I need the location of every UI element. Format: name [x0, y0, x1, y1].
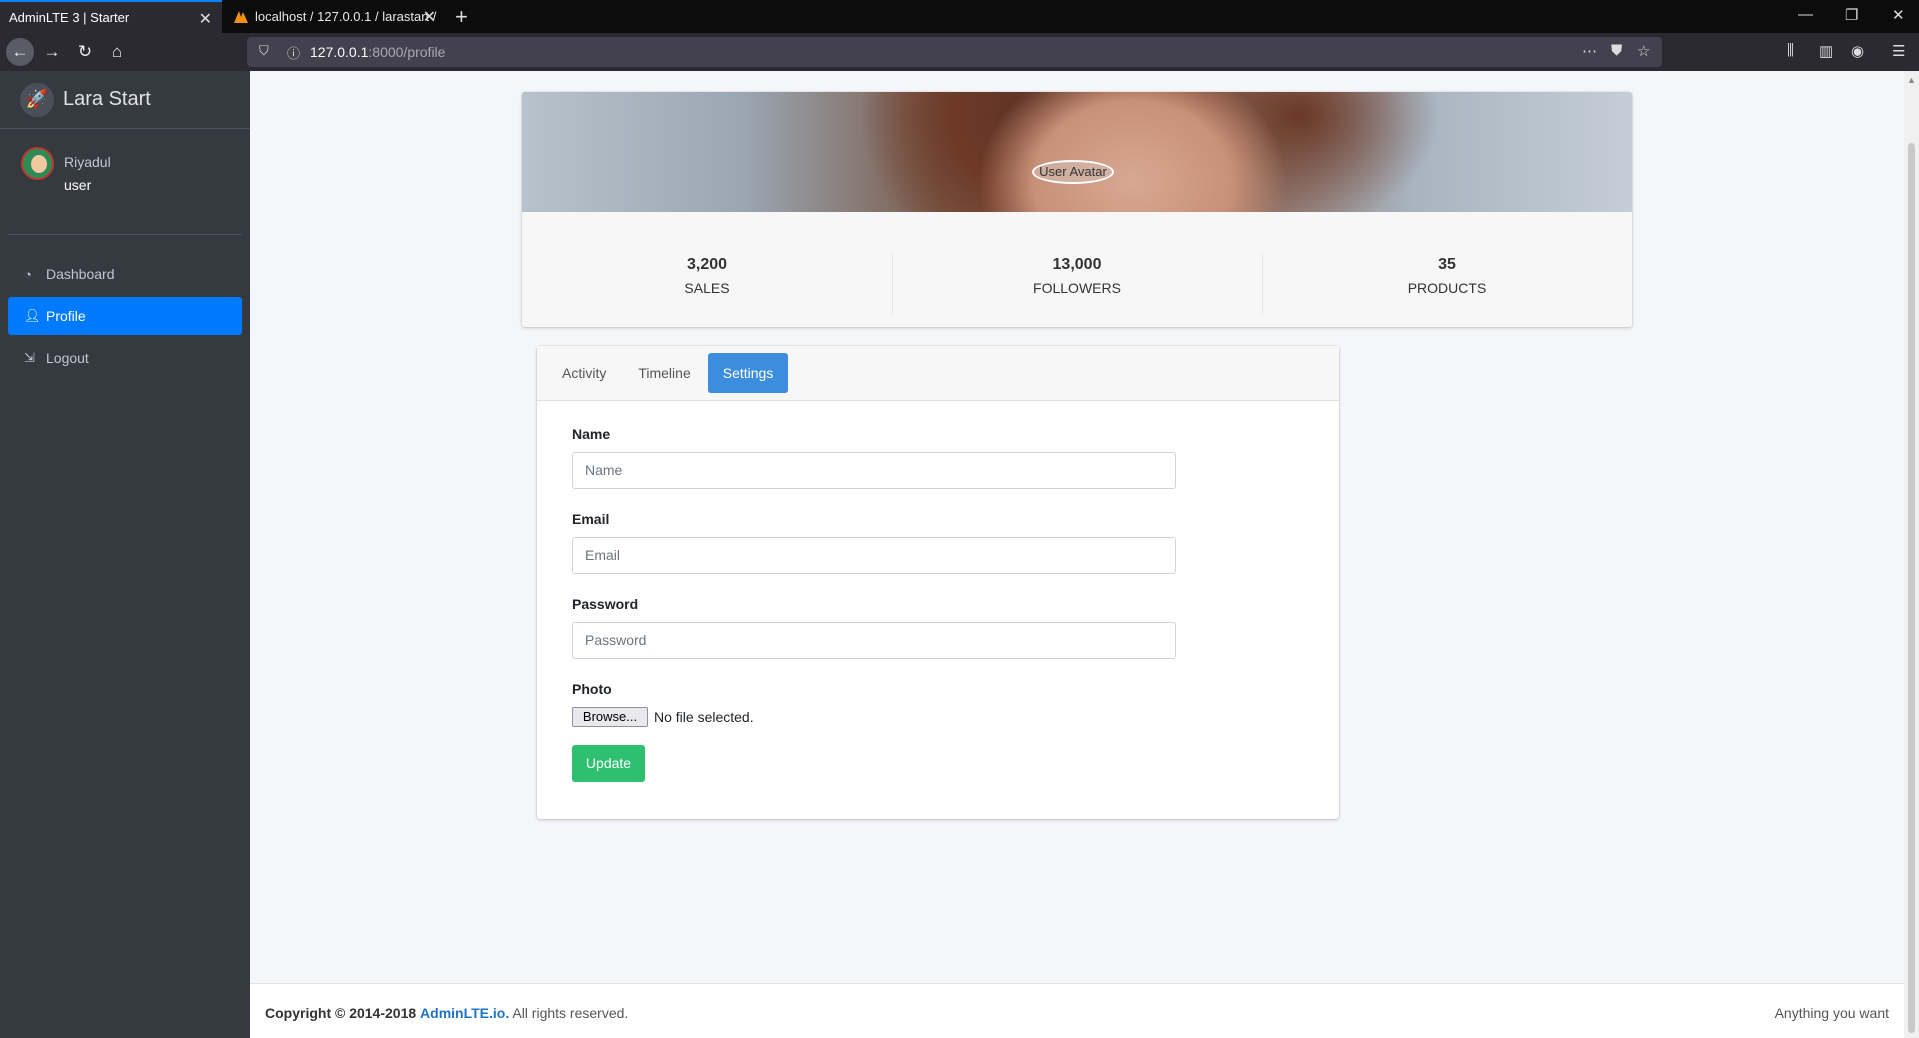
password-field[interactable]: Password	[572, 622, 1176, 659]
close-tab-icon[interactable]: ✕	[199, 9, 212, 29]
shield-icon[interactable]: ⛉	[259, 43, 269, 59]
brand-text: Lara Start	[63, 88, 151, 110]
user-panel: Riyadul user	[8, 129, 242, 235]
photo-label: Photo	[572, 681, 612, 697]
scrollbar-thumb[interactable]	[1908, 143, 1915, 1033]
sidebar-item-label: Dashboard	[46, 266, 115, 282]
profile-widget: User Avatar 3,200 SALES 13,000 FOLLOWERS…	[522, 92, 1632, 327]
sidebar-toggle-icon[interactable]: ▥	[1819, 42, 1833, 60]
tab-activity[interactable]: Activity	[547, 353, 621, 393]
tab-nav: Activity Timeline Settings	[537, 346, 1339, 401]
new-tab-icon[interactable]: +	[455, 4, 468, 30]
main-footer: Copyright © 2014-2018 AdminLTE.io. All r…	[250, 983, 1904, 1038]
window-close-icon[interactable]: ✕	[1892, 6, 1905, 24]
pocket-icon[interactable]: ⛊	[1611, 42, 1622, 59]
minimize-icon[interactable]: —	[1798, 6, 1813, 23]
settings-card: Activity Timeline Settings Name Name Ema…	[537, 346, 1339, 819]
content-wrapper: User Avatar 3,200 SALES 13,000 FOLLOWERS…	[250, 71, 1904, 983]
dashboard-icon: ◔	[24, 266, 32, 282]
tab-settings[interactable]: Settings	[707, 353, 789, 393]
back-arrow-icon[interactable]: ←	[6, 38, 34, 66]
sidebar-item-dashboard[interactable]: ◔ Dashboard	[8, 255, 242, 293]
settings-form: Name Name Email Email Password Password …	[537, 401, 1339, 782]
tab-title: localhost / 127.0.0.1 / larastart /	[255, 9, 437, 24]
reload-icon[interactable]: ↻	[73, 40, 97, 64]
info-icon[interactable]: ⓘ	[287, 43, 300, 62]
stat-sales: 3,200 SALES	[684, 256, 730, 296]
tab-timeline[interactable]: Timeline	[623, 353, 705, 393]
file-status: No file selected.	[654, 709, 754, 725]
scrollbar[interactable]: ▲	[1904, 71, 1919, 1038]
footer-right-text: Anything you want	[1774, 1005, 1889, 1021]
email-label: Email	[572, 511, 610, 527]
user-avatar-image: User Avatar	[1032, 160, 1114, 184]
bookmark-star-icon[interactable]: ☆	[1637, 42, 1650, 60]
footer-copyright: Copyright © 2014-2018 AdminLTE.io. All r…	[265, 1005, 629, 1021]
name-label: Name	[572, 426, 611, 442]
tab-title: AdminLTE 3 | Starter	[9, 10, 130, 25]
browser-toolbar: ← → ↻ ⌂ ⛉ ⓘ 127.0.0.1:8000/profile ⋯ ⛊ ☆…	[0, 33, 1919, 71]
url-text: 127.0.0.1:8000/profile	[310, 44, 446, 60]
email-field[interactable]: Email	[572, 537, 1176, 574]
photo-file-input: Browse... No file selected.	[572, 707, 1339, 727]
phpmyadmin-favicon-icon	[233, 9, 249, 25]
scroll-up-icon[interactable]: ▲	[1907, 75, 1916, 85]
home-icon[interactable]: ⌂	[105, 40, 129, 64]
restore-icon[interactable]: ❐	[1845, 6, 1858, 24]
close-tab-icon[interactable]: ✕	[423, 7, 436, 27]
sidebar-item-logout[interactable]: ⇲ Logout	[8, 339, 242, 377]
sidebar-item-label: Profile	[46, 308, 86, 324]
menu-icon[interactable]: ☰	[1892, 42, 1905, 60]
browser-tab-phpmyadmin[interactable]: localhost / 127.0.0.1 / larastart / ✕	[224, 0, 446, 33]
sidebar: 🚀 Lara Start Riyadul user ◔ Dashboard 👤︎…	[0, 71, 250, 1038]
browser-tab-bar: AdminLTE 3 | Starter ✕ localhost / 127.0…	[0, 0, 1919, 33]
name-field[interactable]: Name	[572, 452, 1176, 489]
user-avatar	[21, 147, 54, 180]
browser-tab-adminlte[interactable]: AdminLTE 3 | Starter ✕	[0, 0, 222, 33]
rocket-logo-icon: 🚀	[20, 82, 54, 117]
forward-arrow-icon[interactable]: →	[40, 40, 64, 64]
browse-button[interactable]: Browse...	[572, 707, 648, 727]
sidebar-item-profile[interactable]: 👤︎ Profile	[8, 297, 242, 335]
password-label: Password	[572, 596, 639, 612]
sidebar-menu: ◔ Dashboard 👤︎ Profile ⇲ Logout	[0, 235, 250, 377]
adminlte-link[interactable]: AdminLTE.io.	[420, 1005, 509, 1021]
update-button[interactable]: Update	[572, 745, 645, 782]
brand-link[interactable]: 🚀 Lara Start	[0, 71, 250, 129]
library-icon[interactable]: ⫼	[1787, 42, 1794, 59]
user-role: user	[64, 177, 92, 193]
stat-products: 35 PRODUCTS	[1262, 212, 1632, 327]
more-actions-icon[interactable]: ⋯	[1582, 42, 1597, 60]
user-name[interactable]: Riyadul	[64, 154, 111, 170]
profile-stats: 3,200 SALES 13,000 FOLLOWERS 35 PRODUCTS	[522, 212, 1632, 327]
sidebar-item-label: Logout	[46, 350, 89, 366]
account-icon[interactable]: ◉	[1851, 42, 1864, 60]
user-icon: 👤︎	[24, 308, 41, 323]
cover-photo: User Avatar	[522, 92, 1632, 212]
sign-out-icon: ⇲	[24, 350, 35, 365]
stat-followers: 13,000 FOLLOWERS	[892, 212, 1262, 327]
address-bar[interactable]: ⛉ ⓘ 127.0.0.1:8000/profile ⋯ ⛊ ☆	[247, 37, 1662, 67]
